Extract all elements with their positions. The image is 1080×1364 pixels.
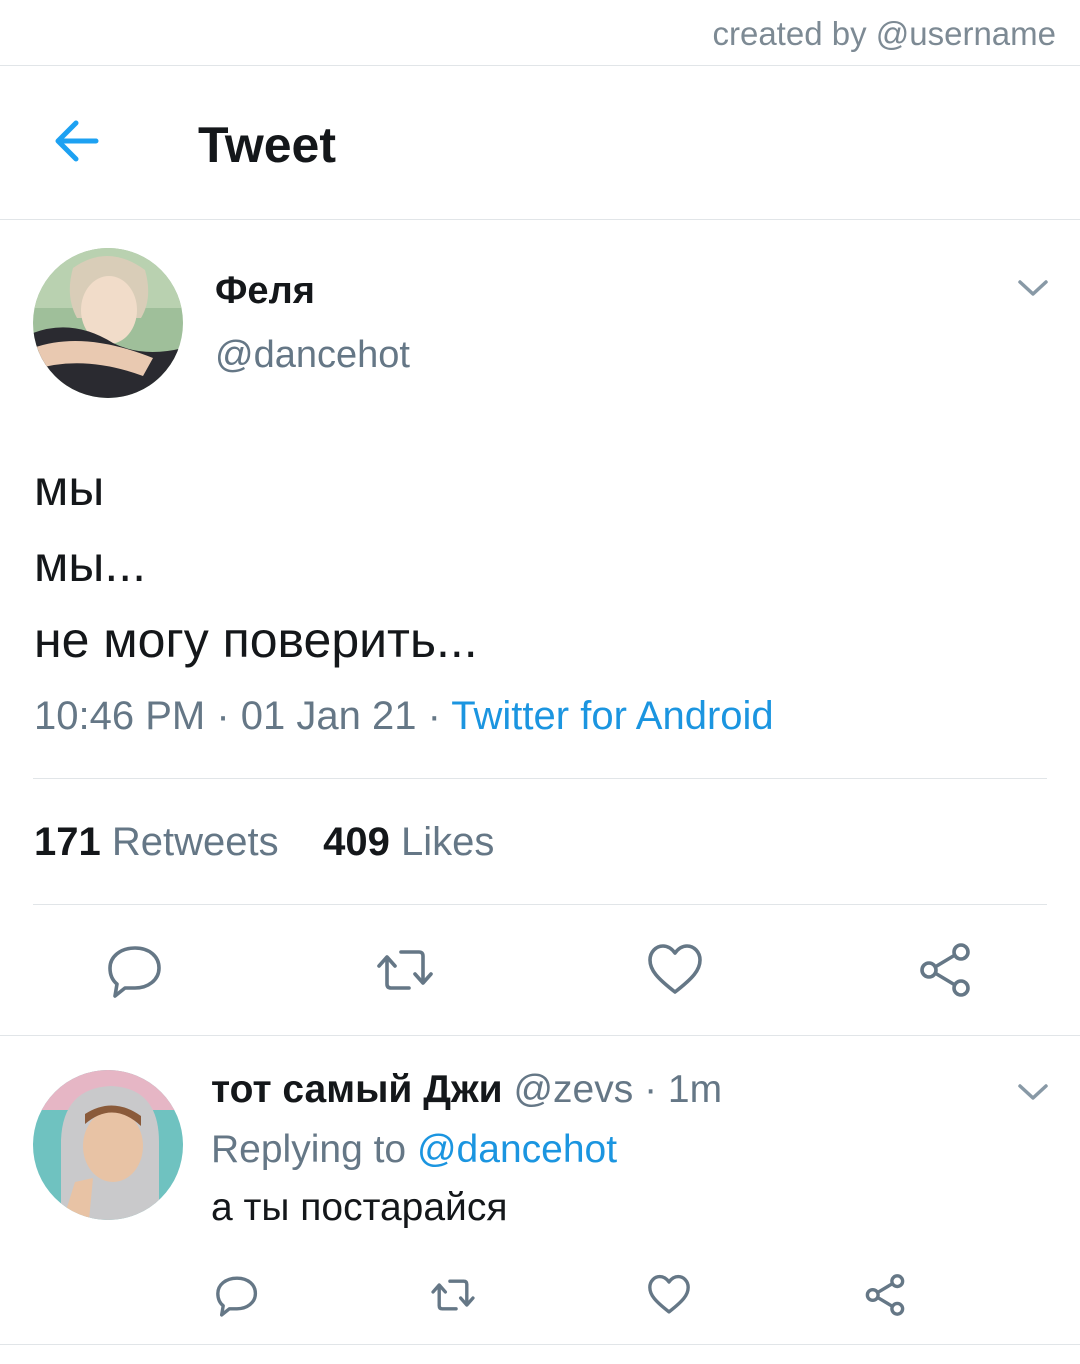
share-icon[interactable] — [862, 1272, 908, 1318]
retweets-count: 171 — [34, 820, 101, 864]
comment-icon[interactable] — [214, 1272, 260, 1318]
comment-icon[interactable] — [105, 940, 165, 1000]
likes-label: Likes — [400, 820, 495, 864]
heart-icon[interactable] — [645, 940, 705, 1000]
tweet-actions — [0, 940, 1080, 1000]
tweet-meta: 10:46 PM · 01 Jan 21 · Twitter for Andro… — [34, 694, 774, 739]
reply-author-handle[interactable]: @zevs — [513, 1068, 633, 1111]
chevron-down-icon[interactable] — [1016, 1080, 1050, 1104]
tweet-text: мы мы... не могу поверить... — [34, 450, 478, 678]
replying-to: Replying to @dancehot — [211, 1128, 617, 1172]
avatar[interactable] — [33, 248, 183, 398]
top-bar: Tweet — [0, 66, 1080, 220]
tweet-date: 01 Jan 21 — [240, 694, 417, 738]
tweet-text-line: не могу поверить... — [34, 612, 478, 668]
author-handle[interactable]: @dancehot — [215, 334, 410, 377]
avatar[interactable] — [33, 1070, 183, 1220]
reply-actions — [0, 1272, 1080, 1318]
replying-to-mention[interactable]: @dancehot — [417, 1128, 617, 1171]
credit-watermark: created by @username — [0, 0, 1080, 66]
main-tweet: Феля @dancehot мы мы... не могу поверить… — [0, 220, 1080, 1036]
tweet-text-line: мы... — [34, 536, 146, 592]
likes-stat[interactable]: 409 Likes — [323, 820, 494, 864]
meta-separator: · — [205, 694, 241, 738]
back-arrow-icon[interactable] — [50, 114, 104, 168]
divider — [33, 904, 1047, 905]
reply-tweet[interactable]: тот самый Джи @zevs · 1m Replying to @da… — [0, 1036, 1080, 1345]
heart-icon[interactable] — [646, 1272, 692, 1318]
retweets-stat[interactable]: 171 Retweets — [34, 820, 279, 864]
chevron-down-icon[interactable] — [1016, 276, 1050, 300]
meta-separator: · — [416, 694, 452, 738]
reply-time: 1m — [667, 1068, 723, 1111]
replying-to-label: Replying to — [211, 1128, 407, 1171]
retweets-label: Retweets — [111, 820, 279, 864]
meta-separator: · — [633, 1068, 668, 1111]
retweet-icon[interactable] — [375, 940, 435, 1000]
tweet-text-line: мы — [34, 460, 105, 516]
author-name[interactable]: Феля — [215, 270, 315, 313]
tweet-time: 10:46 PM — [34, 694, 206, 738]
tweet-stats: 171 Retweets 409 Likes — [34, 820, 494, 865]
reply-header: тот самый Джи @zevs · 1m — [211, 1068, 722, 1112]
page-title: Tweet — [198, 117, 336, 173]
reply-author-name[interactable]: тот самый Джи — [211, 1068, 503, 1111]
retweet-icon[interactable] — [430, 1272, 476, 1318]
reply-text: а ты постарайся — [211, 1186, 508, 1229]
share-icon[interactable] — [915, 940, 975, 1000]
divider — [33, 778, 1047, 779]
likes-count: 409 — [323, 820, 390, 864]
tweet-source-link[interactable]: Twitter for Android — [451, 694, 773, 738]
